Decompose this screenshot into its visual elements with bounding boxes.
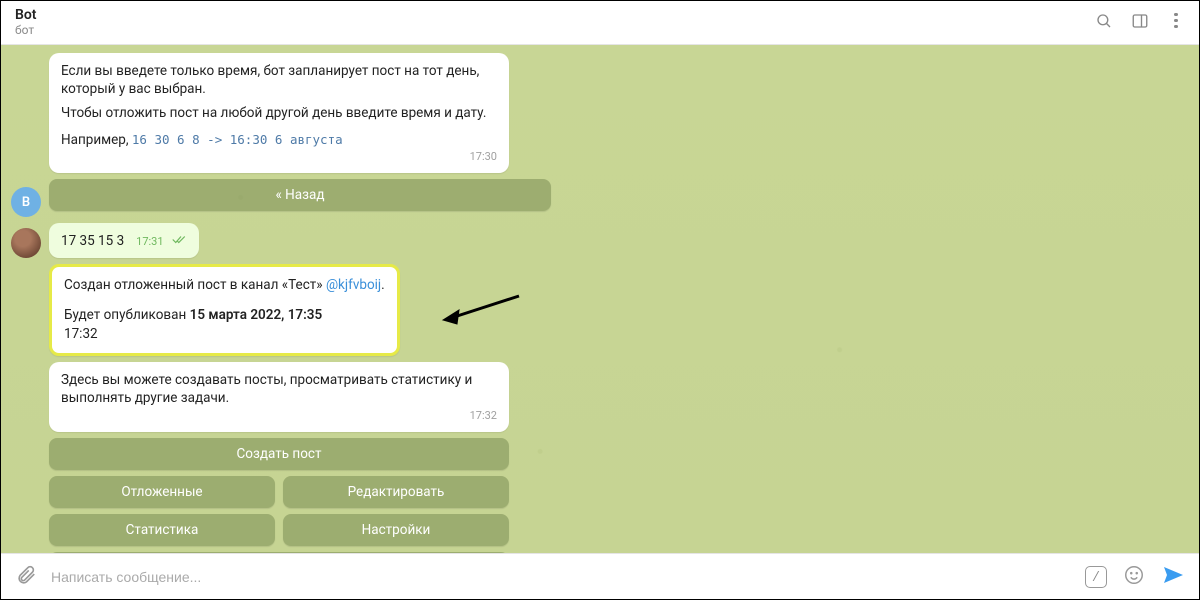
chat-subtitle: бот: [15, 24, 37, 37]
keyboard-button-deferred[interactable]: Отложенные: [49, 476, 275, 508]
panel-icon[interactable]: [1131, 12, 1149, 34]
message-input[interactable]: [51, 569, 1071, 585]
keyboard-button-create[interactable]: Создать пост: [49, 438, 509, 470]
commands-icon[interactable]: /: [1085, 566, 1107, 588]
instr-example-code: 16 30 6 8 -> 16:30 6 августа: [132, 132, 343, 147]
more-icon[interactable]: [1167, 12, 1185, 30]
confirm-prefix: Создан отложенный пост в канал «Тест»: [64, 277, 326, 293]
confirm-line2-prefix: Будет опубликован: [64, 307, 190, 323]
instr-line1: Если вы введете только время, бот заплан…: [61, 62, 497, 98]
bot-message-instructions: Если вы введете только время, бот заплан…: [49, 53, 509, 173]
bot-avatar[interactable]: B: [11, 187, 41, 217]
avatar-spacer: [11, 143, 41, 173]
menu-intro-text: Здесь вы можете создавать посты, просмат…: [61, 372, 472, 406]
keyboard-grid: Создать пост Отложенные Редактировать Ст…: [49, 438, 509, 553]
emoji-icon[interactable]: [1123, 564, 1145, 590]
keyboard-button-back[interactable]: « Назад: [49, 179, 551, 211]
keyboard-button-edit[interactable]: Редактировать: [283, 476, 509, 508]
message-time: 17:32: [470, 409, 497, 424]
confirm-suffix: .: [381, 277, 385, 293]
message-time: 17:30: [470, 150, 497, 165]
send-icon[interactable]: [1161, 563, 1185, 591]
user-avatar[interactable]: [11, 228, 41, 258]
keyboard-button-stats[interactable]: Статистика: [49, 514, 275, 546]
chat-title-block[interactable]: Bot бот: [15, 8, 37, 37]
message-time: 17:31: [136, 235, 163, 250]
channel-mention[interactable]: @kjfvboij: [326, 277, 381, 293]
user-message: 17 35 15 3 17:31: [49, 223, 199, 258]
instr-line2: Чтобы отложить пост на любой другой день…: [61, 104, 497, 122]
avatar-spacer: [11, 402, 41, 432]
confirm-date: 15 марта 2022, 17:35: [190, 307, 323, 323]
instr-example-prefix: Например,: [61, 132, 132, 148]
user-message-text: 17 35 15 3: [61, 232, 124, 250]
keyboard-button-promo[interactable]: 20K показов канала за 1140: [49, 552, 509, 553]
chat-title: Bot: [15, 8, 37, 23]
message-time: 17:32: [64, 326, 98, 342]
attach-icon[interactable]: [15, 564, 37, 590]
annotation-arrow: [441, 290, 521, 330]
chat-header: Bot бот: [1, 1, 1199, 45]
message-input-bar: /: [1, 553, 1199, 599]
search-icon[interactable]: [1095, 12, 1113, 34]
avatar-spacer: [11, 326, 41, 356]
bot-message-menu-intro: Здесь вы можете создавать посты, просмат…: [49, 362, 509, 432]
chat-area: Если вы введете только время, бот заплан…: [1, 45, 1199, 553]
read-checks-icon: [172, 232, 187, 250]
keyboard-button-settings[interactable]: Настройки: [283, 514, 509, 546]
bot-message-confirmation: Создан отложенный пост в канал «Тест» @k…: [49, 264, 400, 356]
